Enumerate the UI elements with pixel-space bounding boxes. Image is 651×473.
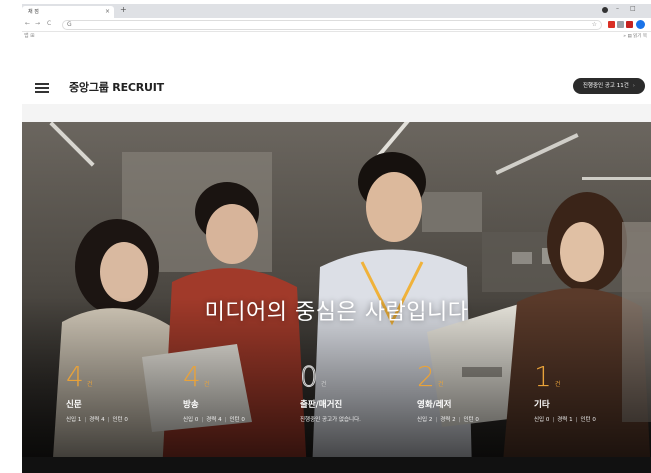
maximize-icon[interactable]: □ — [630, 5, 636, 12]
browser-tab[interactable]: 채 점 × — [22, 6, 114, 18]
stat-name: 영화/레저 — [417, 400, 452, 410]
stat-count: 4 — [66, 360, 84, 393]
apps-shortcut[interactable]: 앱 ⊞ — [24, 32, 34, 39]
stat-count: 0 — [300, 360, 319, 393]
new-tab-icon[interactable]: + — [120, 5, 127, 14]
profile-avatar[interactable] — [636, 20, 645, 29]
minimize-icon[interactable]: – — [616, 5, 619, 12]
stat-detail: 신입 1 | 경력 4 | 인턴 0 — [66, 417, 128, 423]
reading-list[interactable]: » ▤ 읽기 목 — [623, 33, 647, 39]
stat-unit: 건 — [437, 381, 444, 388]
bookmark-star-icon[interactable]: ☆ — [592, 21, 597, 29]
stat-detail: 신입 0 | 경력 1 | 인턴 0 — [534, 417, 596, 423]
stat-broadcast[interactable]: 4건 방송 신입 0 | 경력 4 | 인턴 0 — [183, 360, 298, 424]
stat-detail: 진행중인 공고가 없습니다. — [300, 417, 361, 423]
active-postings-label: 진행중인 공고 11건 — [582, 83, 629, 89]
forward-icon[interactable]: → — [35, 20, 40, 27]
back-icon[interactable]: ← — [25, 20, 30, 27]
stat-count: 4 — [183, 360, 201, 393]
stat-other[interactable]: 1건 기타 신입 0 | 경력 1 | 인턴 0 — [534, 360, 649, 424]
tab-close-icon[interactable]: × — [105, 6, 110, 18]
site-logo[interactable]: 중앙그룹 RECRUIT — [69, 79, 164, 95]
stat-name: 신문 — [66, 400, 82, 410]
stat-unit: 건 — [203, 381, 210, 388]
hero-title: 미디어의 중심은 사람입니다 — [204, 300, 469, 325]
stat-name: 기타 — [534, 400, 550, 410]
stat-name: 출판/매거진 — [300, 400, 343, 410]
extension-icon[interactable] — [626, 21, 633, 28]
browser-toolbar: ← → C G ☆ — [22, 18, 651, 32]
address-bar[interactable]: G ☆ — [62, 20, 602, 30]
extension-icon[interactable] — [617, 21, 624, 28]
header-spacer — [22, 104, 651, 122]
extension-icon[interactable] — [608, 21, 615, 28]
stat-count: 2 — [417, 360, 435, 393]
reload-icon[interactable]: C — [47, 20, 51, 27]
stat-film-leisure[interactable]: 2건 영화/레저 신입 2 | 경력 2 | 인턴 0 — [417, 360, 532, 424]
stat-unit: 건 — [320, 381, 327, 388]
hero-banner: 미디어의 중심은 사람입니다 4건 신문 신입 1 | 경력 4 | 인턴 0 4건 방… — [22, 122, 651, 473]
stat-detail: 신입 0 | 경력 4 | 인턴 0 — [183, 417, 245, 423]
stat-name: 방송 — [183, 400, 199, 410]
chevron-right-icon: › — [632, 83, 635, 89]
stat-publishing[interactable]: 0건 출판/매거진 진행중인 공고가 없습니다. — [300, 360, 415, 423]
browser-tabbar: 채 점 × + – □ — [22, 4, 651, 18]
stat-count: 1 — [534, 360, 552, 393]
stat-detail: 신입 2 | 경력 2 | 인턴 0 — [417, 417, 479, 423]
bookmarks-bar: 앱 ⊞ » ▤ 읽기 목 — [22, 32, 651, 42]
menu-icon[interactable] — [35, 83, 49, 93]
active-postings-button[interactable]: 진행중인 공고 11건 › — [572, 78, 645, 94]
stat-unit: 건 — [86, 381, 93, 388]
hero-bottom-bar — [22, 457, 651, 473]
stat-newspaper[interactable]: 4건 신문 신입 1 | 경력 4 | 인턴 0 — [66, 360, 181, 424]
tab-title: 채 점 — [28, 9, 39, 15]
google-icon: G — [67, 21, 72, 28]
account-icon[interactable] — [602, 7, 608, 13]
category-stats: 4건 신문 신입 1 | 경력 4 | 인턴 0 4건 방송 신입 0 | 경력 4 | 인턴 … — [66, 360, 626, 432]
stat-unit: 건 — [554, 381, 561, 388]
